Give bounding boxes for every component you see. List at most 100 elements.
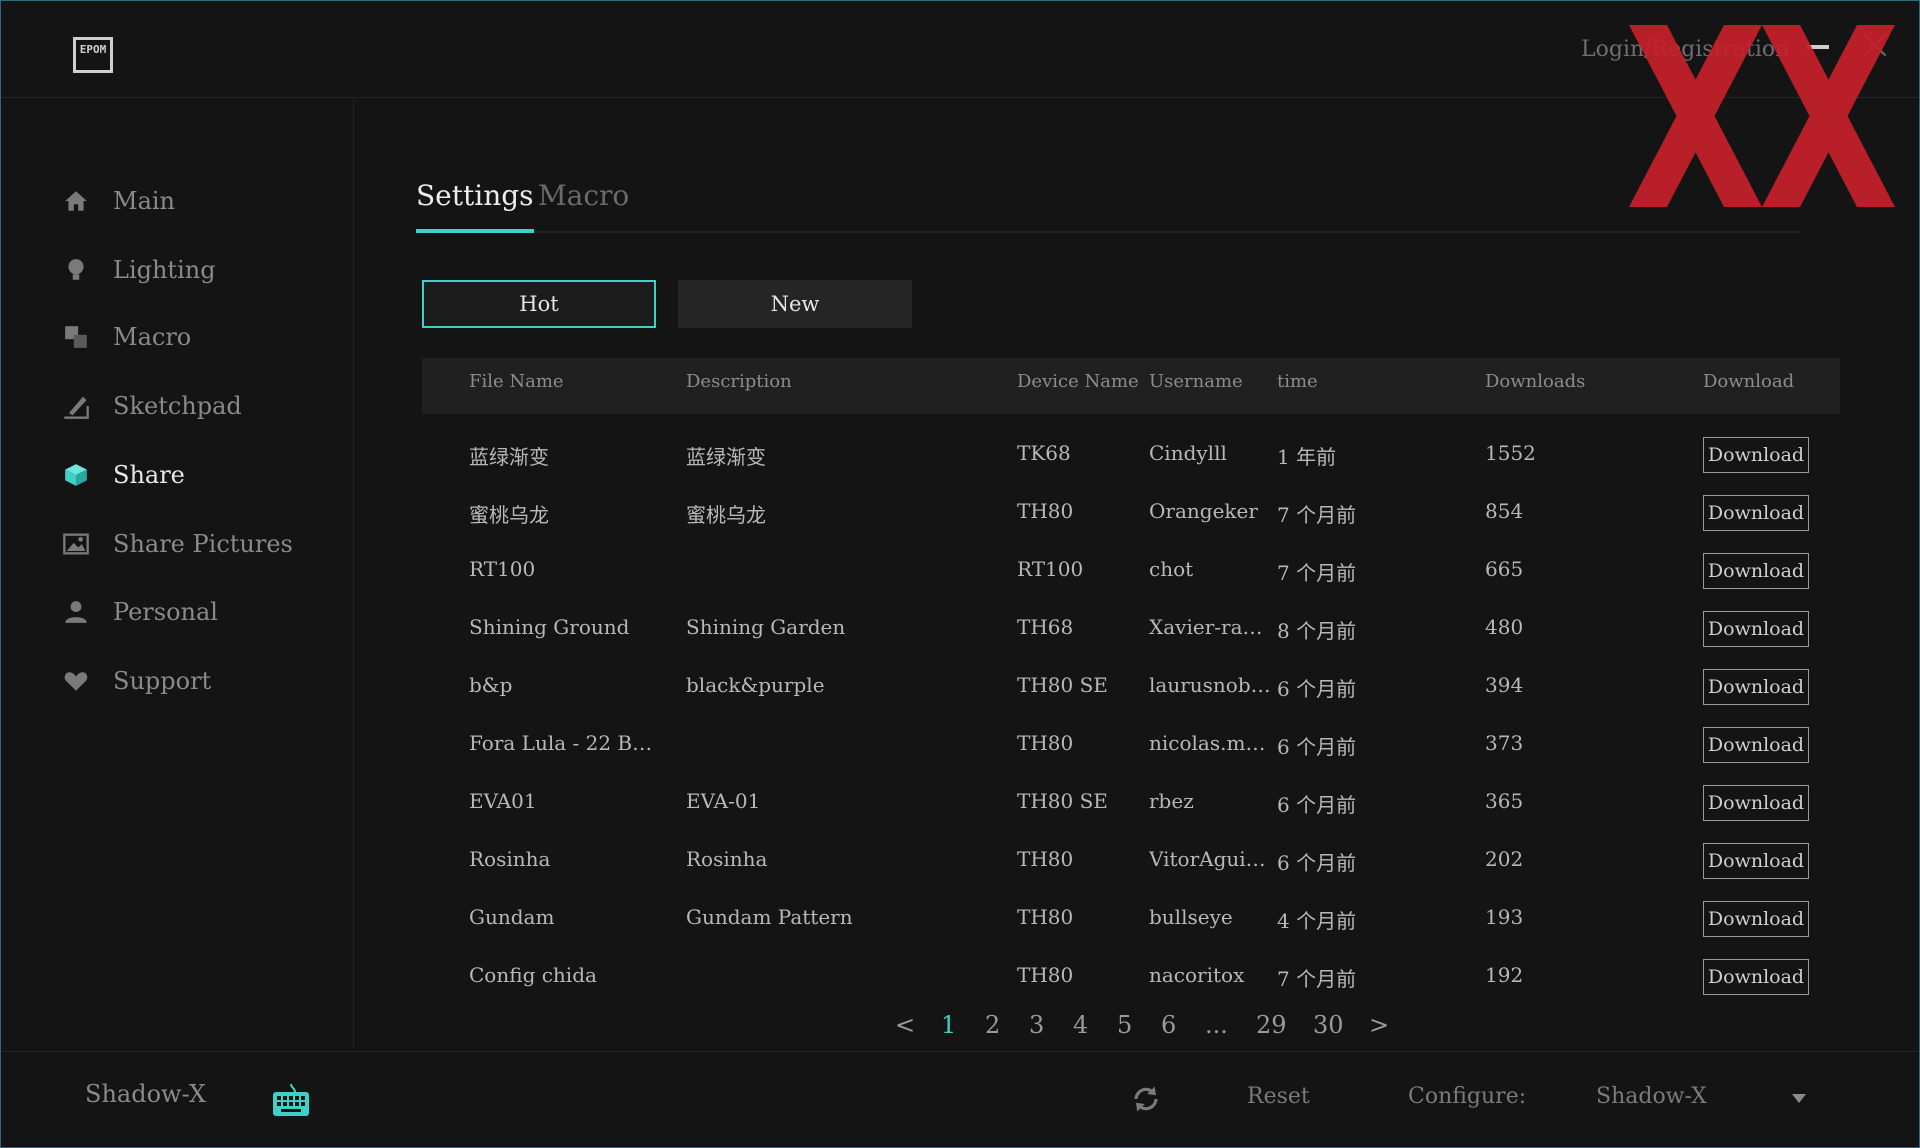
chevron-down-icon <box>1792 1094 1806 1103</box>
page-button-30[interactable]: 30 <box>1313 1011 1344 1043</box>
sidebar-item-label: Main <box>113 187 176 215</box>
username-cell: VitorAgui… <box>1149 847 1266 871</box>
file-name-cell: Gundam <box>469 905 555 929</box>
sidebar-item-share[interactable]: Share <box>61 455 185 495</box>
downloads-count-cell: 394 <box>1485 673 1524 697</box>
description-cell: Rosinha <box>686 847 768 871</box>
download-button[interactable]: Download <box>1703 959 1809 995</box>
table-row: Shining Ground Shining Garden TH68 Xavie… <box>422 602 1840 660</box>
time-cell: 6 个月前 <box>1277 677 1357 701</box>
device-name-cell: TK68 <box>1017 441 1071 465</box>
configure-dropdown[interactable]: Shadow-X <box>1596 1078 1806 1118</box>
file-name-cell: EVA01 <box>469 789 537 813</box>
download-button[interactable]: Download <box>1703 785 1809 821</box>
sidebar-item-label: Personal <box>113 598 218 626</box>
sidebar-item-sketchpad[interactable]: Sketchpad <box>61 386 242 426</box>
column-header-username[interactable]: Username <box>1149 371 1243 392</box>
download-button[interactable]: Download <box>1703 553 1809 589</box>
sidebar-item-label: Lighting <box>113 256 216 284</box>
download-button[interactable]: Download <box>1703 495 1809 531</box>
table-header: File Name Description Device Name Userna… <box>422 358 1840 414</box>
column-header-file-name[interactable]: File Name <box>469 371 564 392</box>
device-name-cell: TH80 <box>1017 847 1074 871</box>
username-cell: laurusnobilis <box>1149 673 1273 697</box>
file-name-cell: Fora Lula - 22 B… <box>469 731 653 755</box>
column-header-time[interactable]: time <box>1277 371 1318 392</box>
download-button[interactable]: Download <box>1703 901 1809 937</box>
download-button[interactable]: Download <box>1703 437 1809 473</box>
table-row: RT100 RT100 chot 7 个月前 665 Download <box>422 544 1840 602</box>
sidebar-item-main[interactable]: Main <box>61 181 175 221</box>
sidebar-item-label: Support <box>113 667 212 695</box>
home-icon <box>61 186 91 216</box>
username-cell: Orangeker <box>1149 499 1258 523</box>
table-row: EVA01 EVA-01 TH80 SE rbez 6 个月前 365 Down… <box>422 776 1840 834</box>
downloads-count-cell: 1552 <box>1485 441 1536 465</box>
refresh-icon[interactable] <box>1131 1084 1161 1118</box>
page-button-29[interactable]: 29 <box>1256 1011 1287 1043</box>
column-header-downloads[interactable]: Downloads <box>1485 371 1585 392</box>
description-cell: 蓝绿渐变 <box>686 445 766 469</box>
column-header-download[interactable]: Download <box>1703 371 1794 392</box>
sidebar-item-share-pictures[interactable]: Share Pictures <box>61 524 293 564</box>
username-cell: Xavier-raphi <box>1149 615 1273 639</box>
time-cell: 8 个月前 <box>1277 619 1357 643</box>
sidebar-item-label: Sketchpad <box>113 392 242 420</box>
tab-macro[interactable]: Macro <box>538 179 629 212</box>
table-row: b&p black&purple TH80 SE laurusnobilis 6… <box>422 660 1840 718</box>
column-header-description[interactable]: Description <box>686 371 792 392</box>
page-button-6[interactable]: 6 <box>1161 1011 1176 1043</box>
download-button[interactable]: Download <box>1703 727 1809 763</box>
file-name-cell: Rosinha <box>469 847 551 871</box>
downloads-count-cell: 373 <box>1485 731 1524 755</box>
macro-icon <box>61 322 91 352</box>
page-button-4[interactable]: 4 <box>1073 1011 1088 1043</box>
username-cell: chot <box>1149 557 1194 581</box>
username-cell: Cindylll <box>1149 441 1227 465</box>
downloads-count-cell: 193 <box>1485 905 1524 929</box>
downloads-count-cell: 365 <box>1485 789 1524 813</box>
downloads-count-cell: 480 <box>1485 615 1524 639</box>
time-cell: 6 个月前 <box>1277 793 1357 817</box>
tab-settings[interactable]: Settings <box>416 179 534 233</box>
tab-bar: Settings Macro <box>416 171 1801 233</box>
device-name-cell: TH80 <box>1017 499 1074 523</box>
time-cell: 6 个月前 <box>1277 851 1357 875</box>
page-button-1[interactable]: 1 <box>941 1011 956 1043</box>
device-name-cell: TH80 <box>1017 963 1074 987</box>
table-row: 蓝绿渐变 蓝绿渐变 TK68 Cindylll 1 年前 1552 Downlo… <box>422 428 1840 486</box>
column-header-device-name[interactable]: Device Name <box>1017 371 1139 392</box>
configure-label: Configure: <box>1408 1084 1527 1109</box>
page-button-5[interactable]: 5 <box>1117 1011 1132 1043</box>
file-name-cell: 蓝绿渐变 <box>469 445 549 469</box>
sidebar-item-personal[interactable]: Personal <box>61 592 218 632</box>
file-name-cell: Config chida <box>469 963 597 987</box>
keyboard-icon[interactable] <box>271 1082 311 1122</box>
downloads-count-cell: 192 <box>1485 963 1524 987</box>
sidebar-item-support[interactable]: Support <box>61 661 211 701</box>
hot-filter-button[interactable]: Hot <box>422 280 656 328</box>
sketchpad-icon <box>61 391 91 421</box>
device-name-cell: TH80 SE <box>1017 673 1108 697</box>
file-name-cell: RT100 <box>469 557 536 581</box>
bulb-icon <box>61 255 91 285</box>
cube-icon <box>61 460 91 490</box>
device-name-cell: RT100 <box>1017 557 1084 581</box>
download-button[interactable]: Download <box>1703 611 1809 647</box>
app-logo: EPOM <box>73 37 113 73</box>
sidebar-item-macro[interactable]: Macro <box>61 317 191 357</box>
reset-button[interactable]: Reset <box>1247 1084 1310 1109</box>
new-filter-button[interactable]: New <box>678 280 912 328</box>
next-page-button[interactable]: > <box>1369 1011 1389 1043</box>
page-button-2[interactable]: 2 <box>985 1011 1000 1043</box>
heart-icon <box>61 666 91 696</box>
file-name-cell: 蜜桃乌龙 <box>469 503 549 527</box>
page-button-3[interactable]: 3 <box>1029 1011 1044 1043</box>
download-button[interactable]: Download <box>1703 843 1809 879</box>
download-button[interactable]: Download <box>1703 669 1809 705</box>
prev-page-button[interactable]: < <box>895 1011 915 1043</box>
sidebar-item-lighting[interactable]: Lighting <box>61 250 216 290</box>
username-cell: nacoritox <box>1149 963 1245 987</box>
configure-selected-value: Shadow-X <box>1596 1084 1707 1109</box>
description-cell: black&purple <box>686 673 825 697</box>
